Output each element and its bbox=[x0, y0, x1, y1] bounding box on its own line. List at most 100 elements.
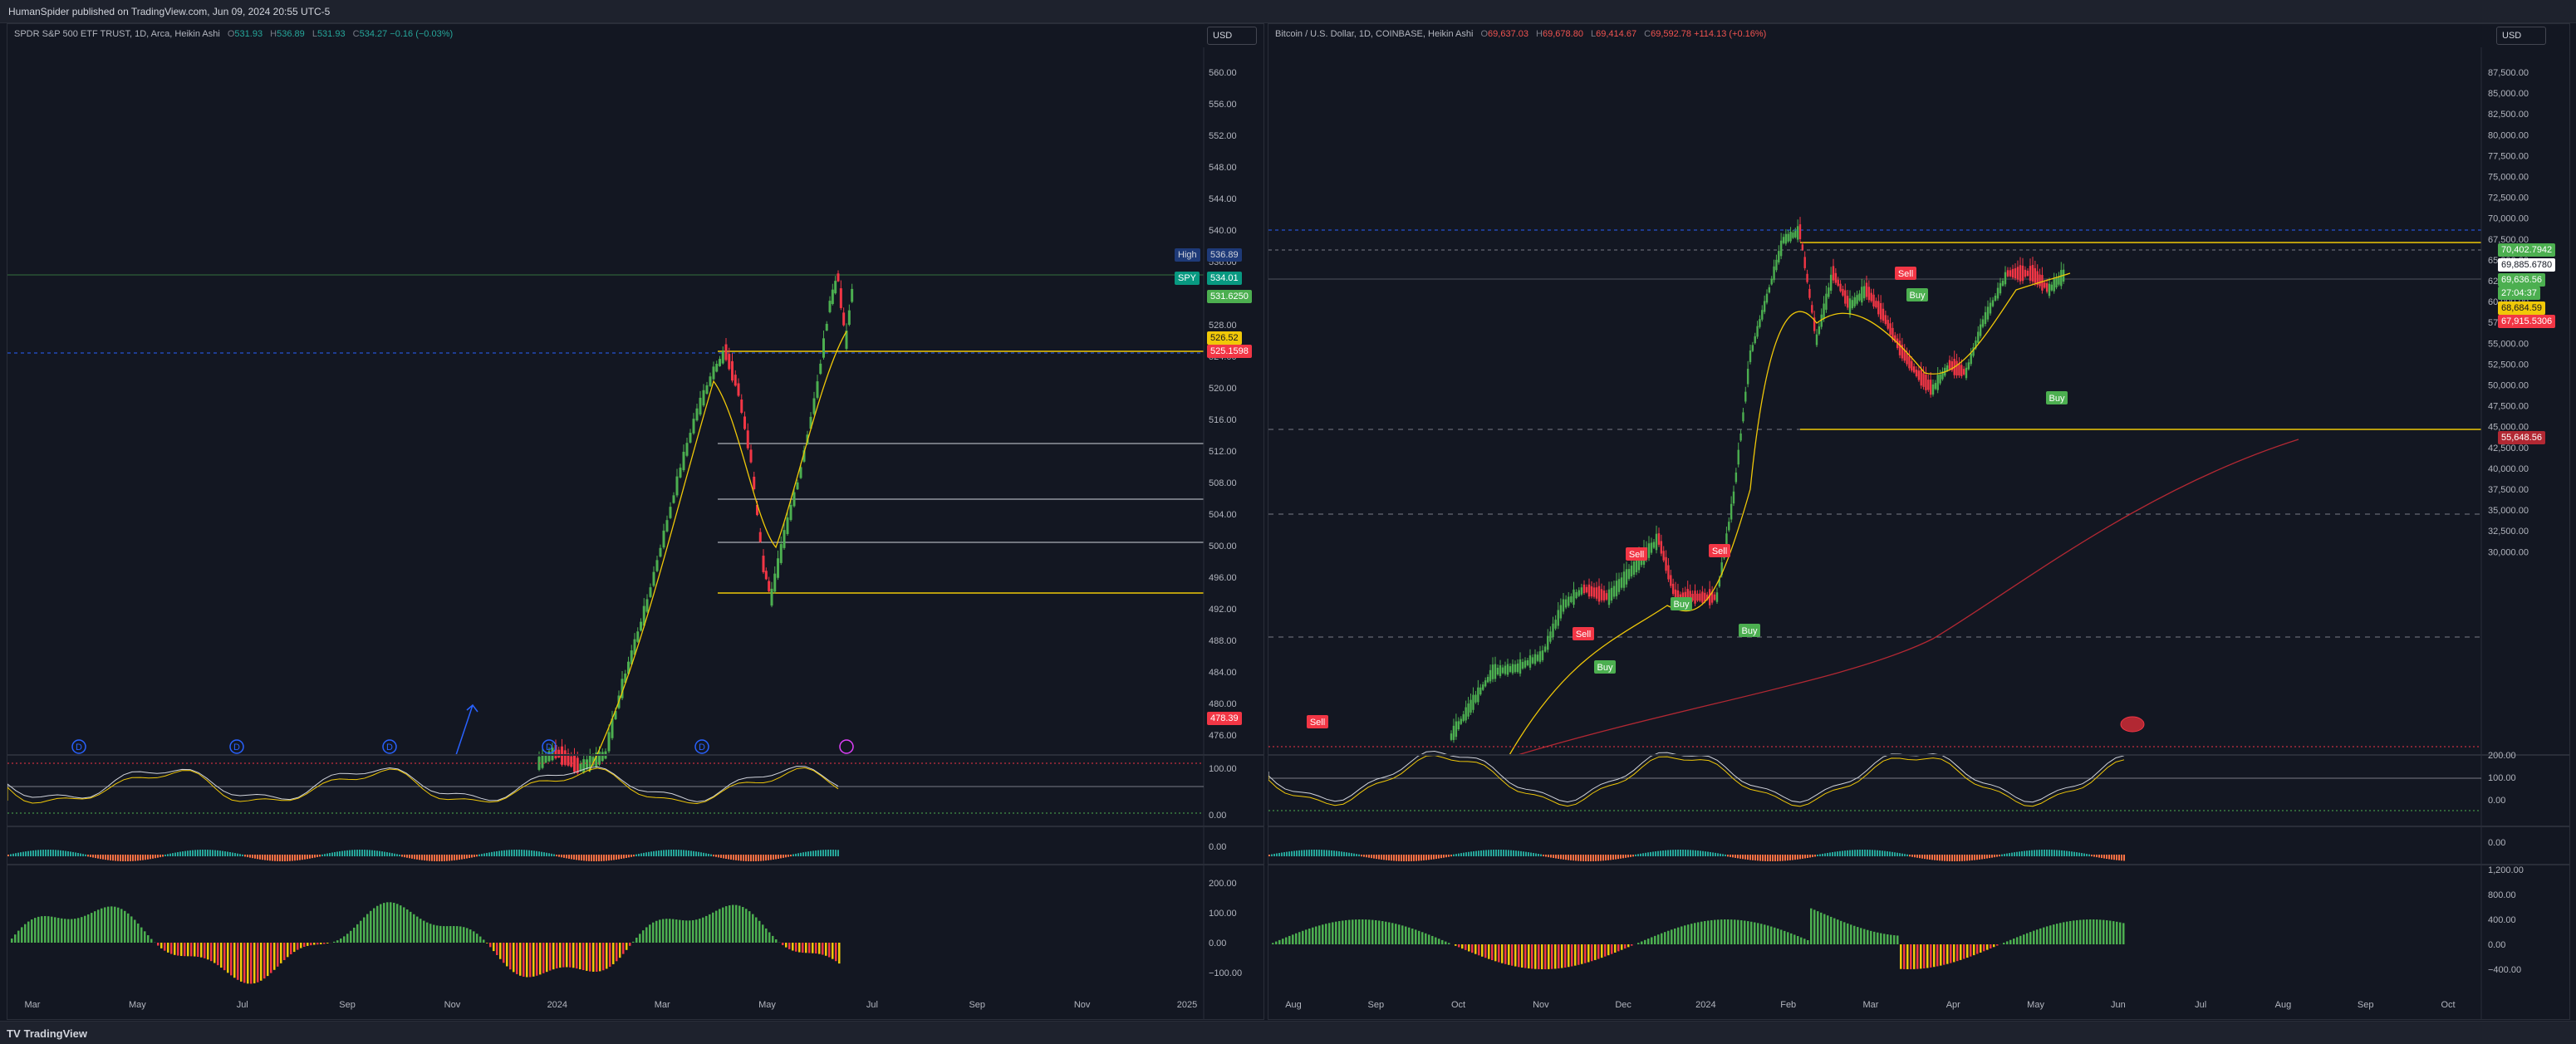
macd-histogram-bar bbox=[1973, 944, 1975, 956]
osc2-bar bbox=[665, 850, 667, 856]
osc2-bar bbox=[1849, 850, 1851, 856]
osc2-bar bbox=[616, 855, 617, 860]
macd-histogram-bar bbox=[403, 907, 405, 943]
osc2-bar bbox=[2068, 850, 2070, 856]
chart-pane-btc[interactable]: Sell Sell Buy Sell Buy Sell Buy Sell Buy Buy 87,50… bbox=[1268, 23, 2570, 1020]
btc-close: 69,592.78 bbox=[1651, 29, 1692, 39]
macd-histogram-bar bbox=[815, 943, 817, 954]
price-tick-label: 50,000.00 bbox=[2488, 381, 2529, 391]
macd-histogram-bar bbox=[639, 934, 641, 943]
osc2-bar bbox=[1814, 855, 1816, 857]
signal-buy-label: Buy bbox=[1742, 626, 1758, 636]
osc2-bar bbox=[678, 850, 680, 856]
osc3-tick-label: 100.00 bbox=[1209, 909, 1237, 919]
chart-pane-spy[interactable]: D D D D D 560.00 556.00 552.00 548.00 544.00 540.0… bbox=[7, 23, 1264, 1020]
osc2-bar bbox=[461, 855, 463, 860]
macd-histogram-bar bbox=[1504, 944, 1507, 964]
candle-body bbox=[1605, 593, 1608, 600]
time-tick-label: Mar bbox=[1863, 1000, 1879, 1010]
macd-histogram-bar bbox=[589, 943, 591, 972]
macd-histogram-bar bbox=[1594, 944, 1597, 960]
osc2-bar bbox=[1545, 855, 1547, 857]
osc2-bar bbox=[2096, 855, 2098, 858]
macd-histogram-bar bbox=[1348, 919, 1351, 944]
candle-body bbox=[1568, 596, 1570, 606]
btc-chart-canvas[interactable]: SellSellBuySellBuySellBuySellBuyBuy87,50… bbox=[1268, 24, 2570, 1020]
macd-histogram-bar bbox=[1388, 922, 1391, 944]
btc-currency-button[interactable]: USD bbox=[2496, 27, 2546, 45]
osc2-bar bbox=[204, 850, 206, 856]
candle-body bbox=[753, 476, 756, 490]
osc2-bar bbox=[77, 852, 79, 856]
macd-histogram-bar bbox=[1970, 944, 1972, 957]
price-tick-label: 476.00 bbox=[1209, 731, 1237, 741]
macd-histogram-bar bbox=[2006, 941, 2009, 944]
btc-high: 69,678.80 bbox=[1543, 29, 1583, 39]
spy-currency-button[interactable]: USD bbox=[1207, 27, 1257, 45]
macd-histogram-bar bbox=[14, 934, 17, 943]
osc2-bar bbox=[262, 855, 263, 860]
candle-body bbox=[1597, 586, 1601, 602]
osc2-bar bbox=[147, 855, 149, 860]
osc2-bar bbox=[486, 852, 488, 856]
candle-body bbox=[1908, 355, 1911, 369]
macd-histogram-bar bbox=[1890, 934, 1892, 944]
osc2-bar bbox=[394, 853, 395, 856]
osc2-bar bbox=[137, 855, 139, 861]
macd-histogram-bar bbox=[1381, 921, 1384, 944]
osc2-bar bbox=[1936, 855, 1938, 860]
candle-body bbox=[1577, 590, 1580, 596]
osc2-bar bbox=[2121, 855, 2122, 861]
osc2-bar bbox=[37, 850, 39, 856]
candle-body bbox=[1516, 663, 1519, 673]
btc-low: 69,414.67 bbox=[1596, 29, 1637, 39]
macd-histogram-bar bbox=[2029, 932, 2032, 944]
macd-histogram-bar bbox=[1870, 930, 1872, 944]
candle-body bbox=[1920, 370, 1922, 386]
osc2-bar bbox=[720, 855, 722, 858]
osc2-bar bbox=[728, 855, 729, 860]
macd-histogram-bar bbox=[247, 943, 249, 984]
osc2-bar bbox=[1560, 855, 1562, 860]
macd-histogram-bar bbox=[536, 943, 538, 976]
macd-histogram-bar bbox=[140, 927, 143, 943]
tradingview-logo[interactable]: TV TradingView bbox=[7, 1027, 87, 1040]
candle-body bbox=[842, 312, 846, 326]
spy-low-level-tag: 478.39 bbox=[1207, 712, 1242, 725]
macd-histogram-bar bbox=[509, 943, 512, 970]
macd-histogram-bar bbox=[127, 913, 130, 943]
candle-body bbox=[1862, 286, 1866, 299]
osc2-bar bbox=[279, 855, 281, 861]
macd-histogram-bar bbox=[1641, 941, 1643, 944]
osc2-bar bbox=[159, 855, 161, 858]
time-tick-label: Aug bbox=[1285, 1000, 1302, 1010]
candle-body bbox=[1482, 684, 1484, 690]
macd-histogram-bar bbox=[44, 915, 47, 943]
osc2-bar bbox=[1533, 853, 1534, 856]
osc2-bar bbox=[1697, 850, 1699, 856]
osc2-bar bbox=[1555, 855, 1557, 859]
osc2-bar bbox=[142, 855, 144, 860]
macd-histogram-bar bbox=[233, 943, 236, 978]
macd-histogram-bar bbox=[622, 943, 625, 954]
osc2-bar bbox=[2009, 853, 2010, 856]
macd-histogram-bar bbox=[709, 914, 711, 943]
candle-body bbox=[1915, 370, 1918, 376]
osc2-bar bbox=[591, 855, 592, 861]
spy-symbol-label: SPY bbox=[1175, 272, 1200, 285]
time-tick-label: Jul bbox=[237, 1000, 248, 1010]
macd-histogram-bar bbox=[2099, 919, 2102, 944]
macd-histogram-bar bbox=[748, 911, 751, 943]
osc2-bar bbox=[790, 855, 792, 857]
osc2-bar bbox=[396, 854, 398, 856]
osc2-bar bbox=[745, 855, 747, 861]
macd-histogram-bar bbox=[1657, 934, 1660, 944]
candle-body bbox=[1917, 370, 1921, 380]
macd-histogram-bar bbox=[1644, 939, 1646, 944]
osc2-bar bbox=[1525, 851, 1527, 856]
osc2-bar bbox=[307, 855, 308, 860]
osc2-bar bbox=[1645, 852, 1646, 856]
macd-histogram-bar bbox=[762, 924, 764, 943]
macd-histogram-bar bbox=[1990, 944, 1992, 948]
spy-chart-canvas[interactable]: D D D D D560.00556.00552.00548.00544.00540.0… bbox=[7, 24, 1264, 1020]
